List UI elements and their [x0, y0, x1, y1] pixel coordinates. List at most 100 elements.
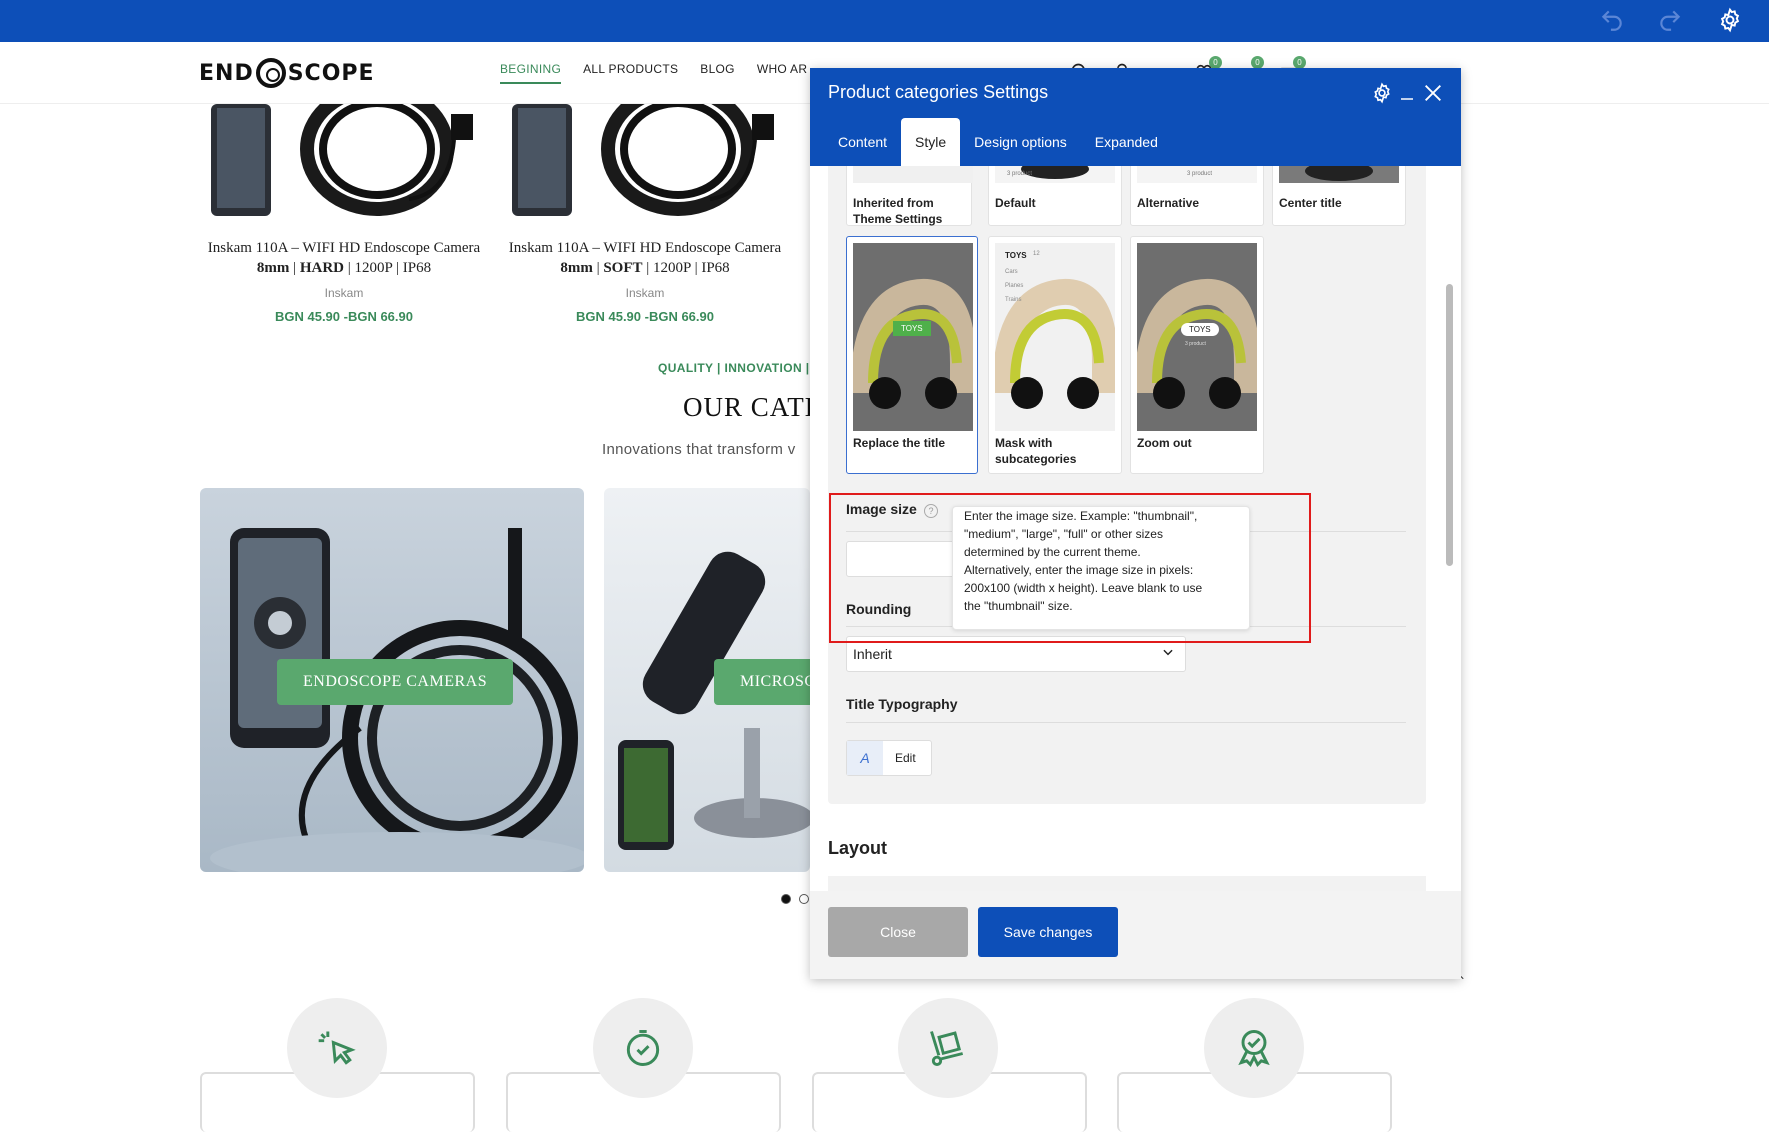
tab-expanded[interactable]: Expanded [1081, 118, 1172, 166]
section-subheading: Innovations that transform v [602, 441, 796, 458]
undo-icon[interactable] [1594, 2, 1630, 38]
edit-label: Edit [895, 751, 916, 765]
product-image[interactable] [500, 104, 790, 220]
category-card-microscope[interactable]: MICROSC [604, 488, 810, 872]
option-label-text: Inherited from Theme Settings [853, 196, 943, 226]
product-card[interactable]: Inskam 110A – WIFI HD Endoscope Camera 8… [199, 104, 489, 324]
option-label: Center title [1279, 196, 1342, 210]
product-brand: Inskam [625, 286, 665, 300]
modal-header: Product categories Settings Content Styl… [810, 68, 1461, 166]
option-label: Alternative [1137, 196, 1200, 210]
option-tag-text: TOYS [1181, 323, 1219, 336]
product-spec-type: SOFT [603, 260, 643, 276]
section-heading: OUR CATE [683, 392, 823, 422]
nav-item-blog[interactable]: BLOG [700, 62, 735, 84]
minimize-icon[interactable] [1394, 80, 1420, 106]
option-label: Mask with subcategories [995, 436, 1077, 466]
logo-ring-icon [255, 58, 286, 88]
tab-style[interactable]: Style [901, 118, 961, 166]
category-card-endoscope[interactable]: ENDOSCOPE CAMERAS [200, 488, 584, 872]
option-label: Default [995, 196, 1036, 210]
typography-icon: A [847, 741, 883, 775]
option-thumbnail: TOYS 12 Cars Planes Trains [995, 243, 1115, 431]
option-mini-text: 3 product [1007, 171, 1033, 177]
product-name-line1: Inskam 110A – WIFI HD Endoscope Camera [207, 240, 481, 256]
section-tagline: QUALITY | INNOVATION | [658, 361, 810, 375]
option-thumbnail [853, 166, 973, 183]
chevron-down-icon [1161, 645, 1175, 662]
option-sub-item: Trains [1005, 297, 1022, 303]
nav-item-who-are[interactable]: WHO AR [757, 62, 807, 84]
product-card[interactable]: Inskam 110A – WIFI HD Endoscope Camera 8… [500, 104, 790, 324]
close-icon[interactable] [1420, 80, 1446, 106]
click-cursor-icon [287, 998, 387, 1098]
logo-text-2: SCOPE [287, 60, 375, 86]
nav-item-begining[interactable]: BEGINING [500, 62, 562, 84]
carousel-dots [781, 894, 809, 904]
category-button-endoscope[interactable]: ENDOSCOPE CAMERAS [277, 659, 514, 705]
save-changes-button[interactable]: Save changes [978, 907, 1118, 957]
close-button[interactable]: Close [828, 907, 968, 957]
option-thumbnail: 3 product [1137, 166, 1257, 183]
main-nav: BEGINING ALL PRODUCTS BLOG WHO AR [500, 62, 807, 84]
product-name-line2: 8mm | SOFT | 1200P | IP68 [500, 258, 790, 278]
fast-timer-icon [593, 998, 693, 1098]
quality-badge-icon [1204, 998, 1304, 1098]
modal-footer: Close Save changes [810, 891, 1461, 979]
style-option-alternative[interactable]: 3 product Alternative [1130, 166, 1264, 226]
product-spec-size: 8mm [560, 260, 593, 276]
layout-panel [828, 876, 1426, 891]
category-button-microscope[interactable]: MICROSC [714, 659, 810, 705]
product-spec-size: 8mm [256, 260, 290, 276]
typography-edit-button[interactable]: A Edit [846, 740, 932, 776]
style-panel: Inherited from Theme Settings 3 product … [828, 166, 1426, 804]
site-logo[interactable]: END SCOPE [199, 54, 375, 92]
annotation-highlight-box [829, 493, 1311, 643]
option-thumbnail: 3 product [995, 166, 1115, 183]
redo-icon[interactable] [1652, 2, 1688, 38]
product-spec-sep: | [592, 260, 604, 276]
tab-design-options[interactable]: Design options [960, 118, 1081, 166]
logo-text-1: END [199, 60, 254, 86]
style-option-zoom-out[interactable]: TOYS 3 product Zoom out [1130, 236, 1264, 474]
product-spec-rest: | 1200P | IP68 [642, 260, 730, 276]
modal-gear-icon[interactable] [1369, 80, 1395, 106]
modal-tabs: Content Style Design options Expanded [824, 118, 1172, 166]
modal-title: Product categories Settings [828, 82, 1049, 102]
layout-section-title: Layout [828, 838, 888, 858]
field-divider [846, 722, 1406, 723]
product-price: BGN 45.90 -BGN 66.90 [274, 309, 413, 324]
option-label: Inherited from Theme Settings [853, 195, 942, 227]
product-spec-sep: | [289, 260, 300, 276]
product-name[interactable]: Inskam 110A – WIFI HD Endoscope Camera 8… [500, 238, 790, 278]
option-sub-item: Planes [1005, 283, 1024, 289]
delivery-trolley-icon [898, 998, 998, 1098]
option-thumbnail: TOYS [853, 243, 973, 431]
settings-gear-icon[interactable] [1712, 2, 1748, 38]
product-brand: Inskam [324, 286, 364, 300]
style-option-inherited[interactable]: Inherited from Theme Settings [846, 166, 973, 227]
option-thumbnail: TOYS 3 product [1137, 243, 1257, 431]
rounding-select-value: Inherit [853, 646, 892, 662]
title-typography-label: Title Typography [846, 696, 958, 712]
product-name-line2: 8mm | HARD | 1200P | IP68 [199, 258, 489, 278]
carousel-dot[interactable] [781, 894, 791, 904]
tab-content[interactable]: Content [824, 118, 901, 166]
option-count-text: 12 [1033, 251, 1040, 257]
style-option-mask-subcategories[interactable]: TOYS 12 Cars Planes Trains Mask with sub… [988, 236, 1122, 474]
option-sub-item: Cars [1005, 269, 1018, 275]
option-mini-text: 3 product [1187, 171, 1213, 177]
option-thumbnail [1279, 166, 1399, 183]
option-label: Replace the title [853, 436, 946, 450]
style-option-replace-title[interactable]: TOYS Replace the title [846, 236, 978, 474]
product-spec-type: HARD [299, 260, 345, 276]
modal-scrollbar-thumb[interactable] [1446, 284, 1453, 566]
style-option-default[interactable]: 3 product Default [988, 166, 1122, 226]
product-price: BGN 45.90 -BGN 66.90 [575, 309, 714, 324]
product-image[interactable] [199, 104, 489, 220]
product-name[interactable]: Inskam 110A – WIFI HD Endoscope Camera 8… [199, 238, 489, 278]
nav-item-all-products[interactable]: ALL PRODUCTS [583, 62, 678, 84]
style-option-center-title[interactable]: Center title [1272, 166, 1406, 226]
carousel-dot[interactable] [799, 894, 809, 904]
admin-top-bar [0, 0, 1769, 42]
